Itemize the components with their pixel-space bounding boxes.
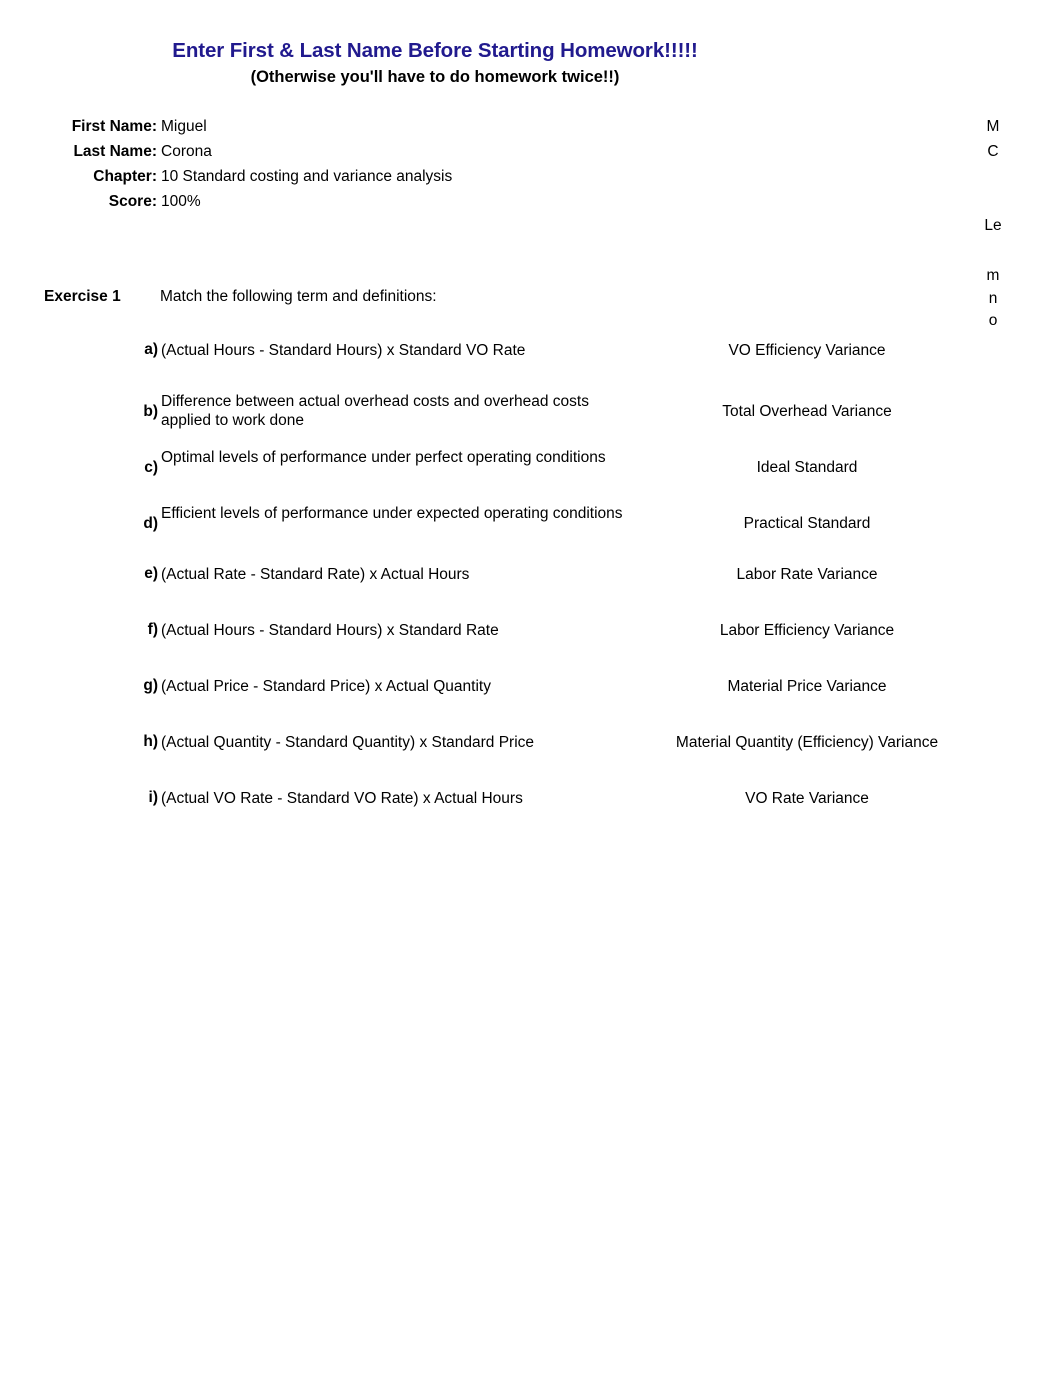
match-row-answer[interactable]: Labor Rate Variance	[607, 565, 1007, 584]
info-row: Last Name: Corona	[0, 139, 1062, 164]
match-row-definition: Optimal levels of performance under perf…	[161, 449, 606, 466]
match-row-definition: (Actual Hours - Standard Hours) x Standa…	[161, 622, 499, 639]
info-value[interactable]: Corona	[161, 139, 212, 164]
match-row-marker: i)	[148, 789, 158, 806]
overflow-cell: Le	[984, 217, 1002, 234]
info-row: Score: 100%	[0, 189, 1062, 214]
match-row-marker: b)	[143, 403, 158, 420]
exercise-label: Exercise 1	[44, 288, 121, 305]
overflow-cell: C	[987, 143, 999, 160]
match-row-answer[interactable]: VO Rate Variance	[607, 789, 1007, 808]
matching-exercise-list: a) (Actual Hours - Standard Hours) x Stan…	[0, 336, 1062, 840]
match-row: c) Optimal levels of performance under pe…	[0, 448, 1062, 504]
match-row: e) (Actual Rate - Standard Rate) x Actual…	[0, 560, 1062, 616]
match-row: i) (Actual VO Rate - Standard VO Rate) x …	[0, 784, 1062, 840]
match-row-definition: (Actual Rate - Standard Rate) x Actual H…	[161, 566, 470, 583]
match-row-definition: (Actual VO Rate - Standard VO Rate) x Ac…	[161, 790, 523, 807]
overflow-cell: M	[986, 118, 1000, 135]
match-row-answer[interactable]: Labor Efficiency Variance	[607, 621, 1007, 640]
document-header: Enter First & Last Name Before Starting …	[0, 38, 870, 88]
match-row-marker: a)	[144, 341, 158, 358]
student-info-block: First Name: Miguel Last Name: Corona Chapter…	[0, 114, 1062, 214]
match-row-answer[interactable]: Material Quantity (Efficiency) Variance	[607, 733, 1007, 752]
match-row-answer[interactable]: VO Efficiency Variance	[607, 341, 1007, 360]
match-row-answer[interactable]: Ideal Standard	[607, 458, 1007, 477]
info-value[interactable]: 10 Standard costing and variance analysi…	[161, 164, 452, 189]
match-row-definition: (Actual Hours - Standard Hours) x Standa…	[161, 342, 526, 359]
match-row: a) (Actual Hours - Standard Hours) x Stan…	[0, 336, 1062, 392]
match-row: d) Efficient levels of performance under …	[0, 504, 1062, 560]
match-row-marker: d)	[143, 515, 158, 532]
match-row: f) (Actual Hours - Standard Hours) x Stan…	[0, 616, 1062, 672]
overflow-cell: o	[988, 312, 998, 329]
match-row-definition: Efficient levels of performance under ex…	[161, 505, 623, 522]
match-row-definition: (Actual Quantity - Standard Quantity) x …	[161, 734, 535, 751]
match-row-marker: c)	[144, 459, 158, 476]
match-row: g) (Actual Price - Standard Price) x Actu…	[0, 672, 1062, 728]
info-label: Chapter:	[93, 168, 157, 185]
info-value[interactable]: 100%	[161, 189, 201, 214]
match-row-marker: g)	[143, 677, 158, 694]
match-row-definition: Difference between actual overhead costs…	[161, 393, 589, 429]
match-row-answer[interactable]: Practical Standard	[607, 514, 1007, 533]
match-row-marker: h)	[143, 733, 158, 750]
match-row: b) Difference between actual overhead cos…	[0, 392, 1062, 448]
page-subtitle: (Otherwise you'll have to do homework tw…	[250, 68, 620, 86]
info-row: Chapter: 10 Standard costing and variance…	[0, 164, 1062, 189]
match-row-marker: e)	[144, 565, 158, 582]
page-title: Enter First & Last Name Before Starting …	[172, 39, 698, 62]
exercise-header: Exercise 1 Match the following term and …	[0, 285, 1062, 309]
match-row: h) (Actual Quantity - Standard Quantity) …	[0, 728, 1062, 784]
match-row-definition: (Actual Price - Standard Price) x Actual…	[161, 678, 491, 695]
match-row-answer[interactable]: Total Overhead Variance	[607, 402, 1007, 421]
match-row-marker: f)	[147, 621, 158, 638]
info-label: Last Name:	[73, 143, 157, 160]
exercise-prompt: Match the following term and definitions…	[160, 288, 437, 305]
info-value[interactable]: Miguel	[161, 114, 207, 139]
info-row: First Name: Miguel	[0, 114, 1062, 139]
info-label: Score:	[108, 193, 157, 210]
match-row-answer[interactable]: Material Price Variance	[607, 677, 1007, 696]
info-label: First Name:	[71, 118, 157, 135]
